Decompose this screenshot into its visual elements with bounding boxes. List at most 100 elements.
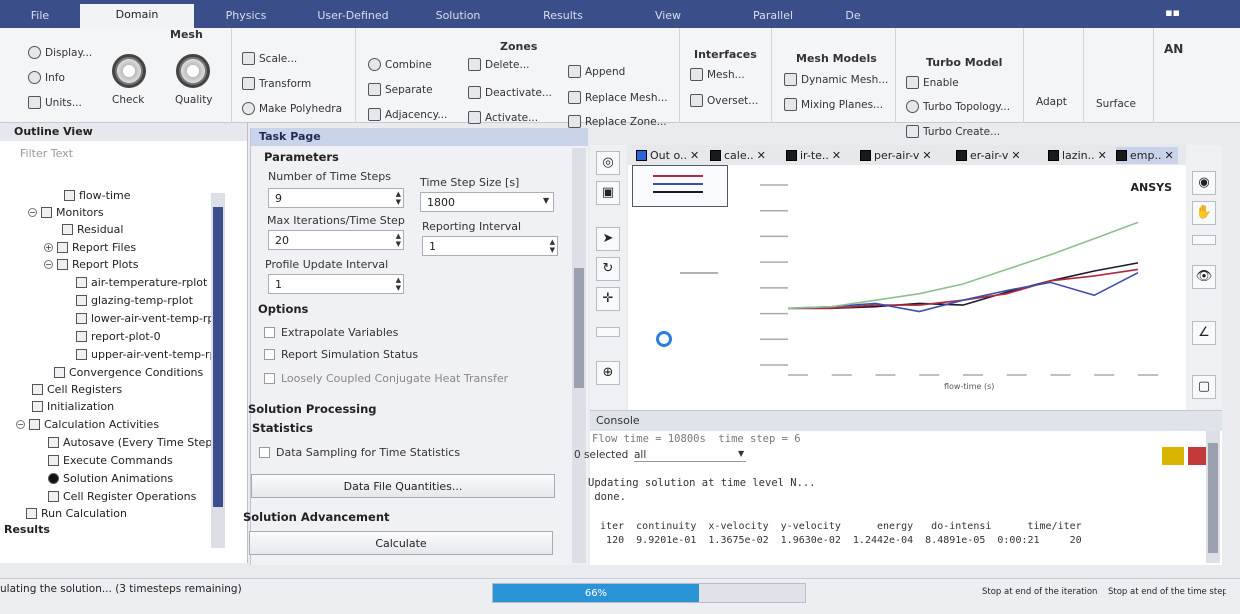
dynamic-mesh-button[interactable]: Dynamic Mesh... <box>784 73 888 86</box>
pan-icon[interactable]: ✛ <box>596 287 620 311</box>
make-polyhedra-button[interactable]: Make Polyhedra <box>242 102 342 115</box>
graph-tab-active[interactable]: emp.. ✕ <box>1116 147 1178 164</box>
tab-view[interactable]: View <box>618 9 718 28</box>
tree-item-report-plots[interactable]: − Report Plots <box>44 258 138 271</box>
interface-mesh-button[interactable]: Mesh... <box>690 68 745 81</box>
visibility-icon[interactable]: ◉ <box>1192 171 1216 195</box>
info-button[interactable]: Info <box>28 71 65 84</box>
tree-item-plot[interactable]: glazing-temp-rplot <box>76 294 193 307</box>
chevron-down-icon[interactable]: ▼ <box>543 196 549 205</box>
tree-item-run-calculation[interactable]: Run Calculation <box>26 507 127 520</box>
max-iter-input[interactable]: 20 ▲ ▼ <box>268 230 404 250</box>
tree-item-cell-registers[interactable]: Cell Registers <box>32 383 122 396</box>
replace-mesh-button[interactable]: Replace Mesh... <box>568 91 668 104</box>
window-menu-icon[interactable]: ▪▪ <box>1165 6 1180 19</box>
tab-parallel[interactable]: Parallel <box>718 9 828 28</box>
data-file-quantities-button[interactable]: Data File Quantities... <box>251 474 555 498</box>
scroll-thumb[interactable] <box>1208 443 1218 553</box>
tab-design[interactable]: De <box>828 9 878 28</box>
tree-item-autosave[interactable]: Autosave (Every Time Step) <box>48 436 217 449</box>
chevron-down-icon[interactable]: ▼ <box>738 449 744 458</box>
tree-item-monitors[interactable]: − Monitors <box>28 206 104 219</box>
combine-button[interactable]: Combine <box>368 58 432 71</box>
surface-button[interactable]: Surface <box>1096 98 1136 110</box>
turbo-enable-checkbox[interactable]: Enable <box>906 76 959 89</box>
collapse-icon[interactable]: − <box>28 208 37 217</box>
graph-tab[interactable]: Out o.. ✕ <box>636 147 699 164</box>
profile-input[interactable]: 1 ▲ ▼ <box>268 274 404 294</box>
adapt-button[interactable]: Adapt <box>1036 96 1067 108</box>
outline-scrollbar[interactable] <box>211 193 225 548</box>
warning-icon[interactable] <box>1162 447 1184 465</box>
pointer-icon[interactable]: ➤ <box>596 227 620 251</box>
stop-iteration-button[interactable]: Stop at end of the iteration <box>982 587 1097 597</box>
graph-tab[interactable]: lazin.. ✕ <box>1048 147 1107 164</box>
tree-item-report-files[interactable]: + Report Files <box>44 241 136 254</box>
delete-button[interactable]: Delete... <box>468 58 530 71</box>
tree-item-plot[interactable]: upper-air-vent-temp-rp <box>76 348 217 361</box>
tree-item-results[interactable]: Results <box>4 523 50 536</box>
tree-item-execute-commands[interactable]: Execute Commands <box>48 454 173 467</box>
turbo-topology-button[interactable]: Turbo Topology... <box>906 100 1010 113</box>
tab-file[interactable]: File <box>0 9 80 28</box>
tab-physics[interactable]: Physics <box>194 9 298 28</box>
activate-button[interactable]: Activate... <box>468 111 538 124</box>
graph-tab[interactable]: per-air-v ✕ <box>860 147 932 164</box>
collapse-icon[interactable]: − <box>16 420 25 429</box>
collapse-icon[interactable]: − <box>44 260 53 269</box>
check-button[interactable]: Check <box>112 94 144 106</box>
tree-item-plot[interactable]: lower-air-vent-temp-rpl <box>76 312 217 325</box>
tab-user-defined[interactable]: User-Defined <box>298 9 408 28</box>
step-size-input[interactable]: 1800 <box>420 192 554 212</box>
graph-tab[interactable]: er-air-v ✕ <box>956 147 1021 164</box>
tree-item-solution-animations[interactable]: Solution Animations <box>48 472 173 485</box>
graphics-window[interactable]: ANSYS flow-time (s) <box>628 165 1186 410</box>
outline-filter-input[interactable]: Filter Text <box>20 147 227 169</box>
loosely-coupled-checkbox[interactable]: Loosely Coupled Conjugate Heat Transfer <box>264 372 508 385</box>
console-scrollbar[interactable] <box>1206 431 1220 563</box>
tree-item-residual[interactable]: Residual <box>62 223 123 236</box>
expand-icon[interactable]: + <box>44 243 53 252</box>
tree-item-cell-register-ops[interactable]: Cell Register Operations <box>48 490 196 503</box>
scroll-thumb[interactable] <box>213 207 223 507</box>
tab-results[interactable]: Results <box>508 9 618 28</box>
layout-icon[interactable]: ▢ <box>1192 375 1216 399</box>
tree-item-initialization[interactable]: Initialization <box>32 400 114 413</box>
tree-item-calculation-activities[interactable]: − Calculation Activities <box>16 418 159 431</box>
split-icon[interactable] <box>1192 235 1216 245</box>
adjacency-button[interactable]: Adjacency... <box>368 108 447 121</box>
scroll-thumb[interactable] <box>574 268 584 388</box>
zoom-fit-icon[interactable]: ◎ <box>596 151 620 175</box>
report-status-checkbox[interactable]: Report Simulation Status <box>264 348 418 361</box>
task-scrollbar[interactable] <box>572 148 586 563</box>
scale-button[interactable]: Scale... <box>242 52 297 65</box>
graph-tab[interactable]: cale.. ✕ <box>710 147 766 164</box>
calculate-button[interactable]: Calculate <box>249 531 553 555</box>
tab-domain[interactable]: Domain <box>80 4 194 28</box>
hand-icon[interactable]: ✋ <box>1192 201 1216 225</box>
tree-item-plot[interactable]: air-temperature-rplot <box>76 276 207 289</box>
tree-item-plot[interactable]: report-plot-0 <box>76 330 161 343</box>
mixing-planes-button[interactable]: Mixing Planes... <box>784 98 883 111</box>
stop-timestep-button[interactable]: Stop at end of the time step <box>1108 587 1226 597</box>
console-filter-select[interactable]: all <box>634 449 746 462</box>
tab-solution[interactable]: Solution <box>408 9 508 28</box>
zoom-box-icon[interactable] <box>596 327 620 337</box>
user-badge[interactable]: AN <box>1164 42 1183 56</box>
eye-icon[interactable]: 👁 <box>1192 265 1216 289</box>
units-button[interactable]: Units... <box>28 96 82 109</box>
chart-icon[interactable]: ∠ <box>1192 321 1216 345</box>
overset-button[interactable]: Overset... <box>690 94 758 107</box>
turbo-create-button[interactable]: Turbo Create... <box>906 125 1000 138</box>
data-sampling-checkbox[interactable]: Data Sampling for Time Statistics <box>259 446 460 459</box>
zoom-in-icon[interactable]: ⊕ <box>596 361 620 385</box>
rotate-icon[interactable]: ↻ <box>596 257 620 281</box>
view-icon[interactable]: ▣ <box>596 181 620 205</box>
display-button[interactable]: Display... <box>28 46 92 59</box>
separate-button[interactable]: Separate <box>368 83 433 96</box>
report-interval-input[interactable]: 1 ▲ ▼ <box>422 236 558 256</box>
num-steps-input[interactable]: 9 ▲ ▼ <box>268 188 404 208</box>
quality-button[interactable]: Quality <box>175 94 213 106</box>
tree-item-flow-time[interactable]: flow-time <box>64 189 130 202</box>
deactivate-button[interactable]: Deactivate... <box>468 86 552 99</box>
